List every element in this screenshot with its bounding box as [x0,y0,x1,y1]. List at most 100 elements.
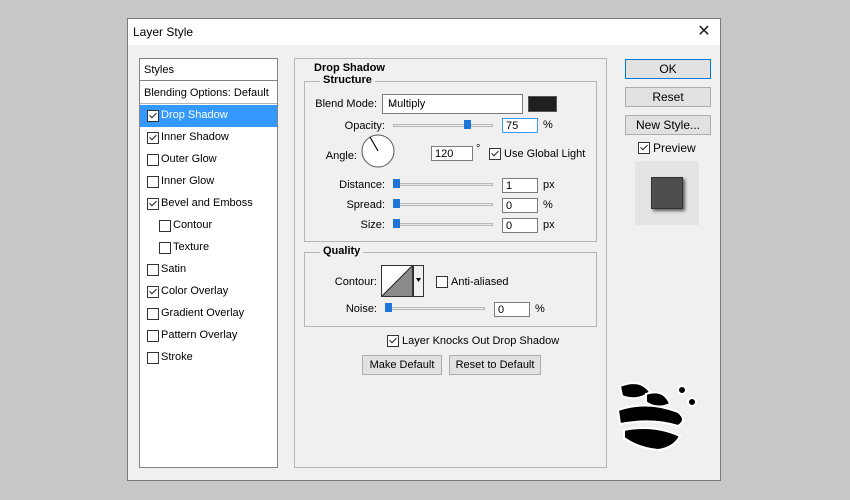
style-item-label: Inner Shadow [161,131,229,143]
close-icon[interactable]: ✕ [694,22,714,42]
anti-aliased-label: Anti-aliased [451,276,509,288]
style-item-gradient-overlay[interactable]: Gradient Overlay [140,303,277,325]
structure-title: Structure [320,74,375,86]
style-item-inner-shadow[interactable]: Inner Shadow [140,127,277,149]
reset-to-default-button[interactable]: Reset to Default [449,355,541,375]
distance-input[interactable]: 1 [502,178,538,193]
style-checkbox[interactable] [147,132,159,144]
style-item-label: Color Overlay [161,285,229,297]
anti-aliased-checkbox[interactable] [436,276,448,288]
style-item-label: Outer Glow [161,153,217,165]
style-checkbox[interactable] [147,308,159,320]
shadow-color-swatch[interactable] [528,96,557,112]
style-checkbox[interactable] [147,110,159,122]
make-default-button[interactable]: Make Default [362,355,442,375]
blending-options-label: Blending Options: Default [144,87,269,99]
spread-input[interactable]: 0 [502,198,538,213]
quality-group: Quality Contour: Anti-aliased Noise: 0 % [304,245,597,327]
style-item-label: Gradient Overlay [161,307,245,319]
quality-title: Quality [320,245,364,257]
opacity-slider-track[interactable] [393,124,493,127]
use-global-light-label: Use Global Light [504,148,586,160]
angle-dial[interactable] [360,133,396,169]
style-item-pattern-overlay[interactable]: Pattern Overlay [140,325,277,347]
style-checkbox[interactable] [147,264,159,276]
blend-mode-label: Blend Mode: [315,98,377,110]
noise-slider-thumb[interactable] [385,303,392,312]
chevron-down-icon: ⌄ [388,98,398,110]
style-item-inner-glow[interactable]: Inner Glow [140,171,277,193]
title-bar: Layer Style ✕ [128,19,720,45]
size-slider-track[interactable] [393,223,493,226]
style-item-label: Stroke [161,351,193,363]
style-item-satin[interactable]: Satin [140,259,277,281]
styles-header-label: Styles [144,64,174,76]
style-checkbox[interactable] [147,286,159,298]
angle-input[interactable]: 120 [431,146,473,161]
style-checkbox[interactable] [147,352,159,364]
drop-shadow-title: Drop Shadow [314,62,385,74]
style-item-stroke[interactable]: Stroke [140,347,277,369]
style-checkbox[interactable] [159,220,171,232]
spread-unit: % [543,199,553,211]
size-unit: px [543,219,555,231]
angle-label: Angle: [325,150,357,162]
noise-label: Noise: [345,303,377,315]
style-checkbox[interactable] [147,176,159,188]
structure-group: Structure Blend Mode: Multiply ⌄ Opacity… [304,74,597,242]
opacity-unit: % [543,119,553,131]
preview-checkbox[interactable] [638,142,650,154]
opacity-label: Opacity: [344,120,385,132]
spread-label: Spread: [346,199,385,211]
styles-header[interactable]: Styles [140,59,277,81]
size-slider-thumb[interactable] [393,219,400,228]
spread-slider-track[interactable] [393,203,493,206]
angle-unit: ° [476,143,481,155]
knocks-out-label: Layer Knocks Out Drop Shadow [402,335,560,347]
watermark-logo [616,382,697,452]
blend-mode-select[interactable]: Multiply ⌄ [382,94,523,114]
style-item-label: Contour [173,219,213,231]
preview-box [635,161,699,225]
style-item-label: Drop Shadow [161,109,228,121]
style-item-outer-glow[interactable]: Outer Glow [140,149,277,171]
styles-list: Styles Blending Options: Default Drop Sh… [139,58,278,468]
distance-label: Distance: [339,179,385,191]
distance-unit: px [543,179,555,191]
style-item-label: Satin [161,263,187,275]
noise-unit: % [535,303,545,315]
blending-options-item[interactable]: Blending Options: Default [140,82,277,104]
opacity-slider-thumb[interactable] [464,120,471,129]
style-item-label: Pattern Overlay [161,329,238,341]
style-item-label: Inner Glow [161,175,215,187]
contour-label: Contour: [334,276,377,288]
reset-button[interactable]: Reset [625,87,711,107]
noise-slider-track[interactable] [385,307,485,310]
noise-input[interactable]: 0 [494,302,530,317]
opacity-input[interactable]: 75 [502,118,538,133]
ok-button[interactable]: OK [625,59,711,79]
preview-label: Preview [653,141,696,155]
use-global-light-checkbox[interactable] [489,148,501,160]
style-item-texture[interactable]: Texture [140,237,277,259]
style-checkbox[interactable] [147,198,159,210]
style-checkbox[interactable] [159,242,171,254]
style-item-bevel-and-emboss[interactable]: Bevel and Emboss [140,193,277,215]
style-checkbox[interactable] [147,330,159,342]
distance-slider-track[interactable] [393,183,493,186]
distance-slider-thumb[interactable] [393,179,400,188]
style-checkbox[interactable] [147,154,159,166]
style-item-contour[interactable]: Contour [140,215,277,237]
style-item-color-overlay[interactable]: Color Overlay [140,281,277,303]
drop-shadow-panel: Drop Shadow Structure Blend Mode: Multip… [294,58,607,468]
preview-swatch [651,177,683,209]
style-item-drop-shadow[interactable]: Drop Shadow [140,105,277,127]
style-item-label: Texture [173,241,210,253]
window-title: Layer Style [133,25,194,39]
contour-picker[interactable] [381,265,425,297]
knocks-out-checkbox[interactable] [387,335,399,347]
style-item-label: Bevel and Emboss [161,197,253,209]
new-style-button[interactable]: New Style... [625,115,711,135]
spread-slider-thumb[interactable] [393,199,400,208]
size-input[interactable]: 0 [502,218,538,233]
